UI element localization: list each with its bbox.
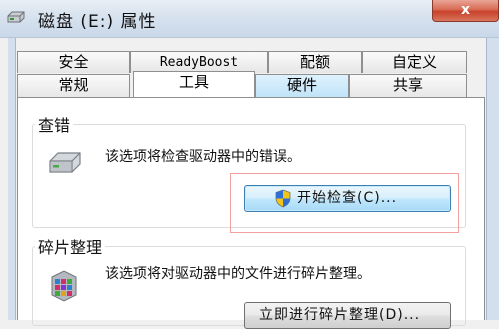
- defrag-icon: [51, 270, 77, 302]
- drive-icon: [7, 11, 25, 23]
- error-check-group-label: 查错: [35, 112, 74, 136]
- window-frame-right: [486, 38, 499, 320]
- defrag-now-button[interactable]: 立即进行碎片整理(D)...: [244, 302, 451, 329]
- close-icon: x: [460, 2, 471, 18]
- defrag-description: 该选项将对驱动器中的文件进行碎片整理。: [105, 266, 371, 282]
- uac-shield-icon: [275, 189, 291, 208]
- defrag-now-button-label: 立即进行碎片整理(D)...: [259, 307, 421, 323]
- error-check-description: 该选项将检查驱动器中的错误。: [105, 149, 301, 165]
- tab-readyboost[interactable]: ReadyBoost: [130, 51, 268, 73]
- start-check-button[interactable]: 开始检查(C)...: [244, 185, 451, 212]
- close-button[interactable]: x: [432, 0, 499, 22]
- start-check-button-label: 开始检查(C)...: [297, 190, 398, 206]
- hard-drive-icon: [49, 152, 81, 173]
- window-title: 磁盘 (E:) 属性: [38, 12, 157, 32]
- tab-general[interactable]: 常规: [17, 74, 130, 98]
- tab-hardware[interactable]: 硬件: [255, 74, 349, 98]
- title-bar: 磁盘 (E:) 属性 x: [0, 0, 499, 38]
- tab-quota[interactable]: 配额: [268, 51, 362, 73]
- tab-sharing[interactable]: 共享: [349, 74, 467, 98]
- tab-security[interactable]: 安全: [17, 51, 130, 73]
- tab-tools[interactable]: 工具: [133, 71, 255, 97]
- tab-customize[interactable]: 自定义: [362, 51, 467, 73]
- defrag-group-label: 碎片整理: [35, 234, 106, 258]
- window-frame-left: [8, 38, 16, 320]
